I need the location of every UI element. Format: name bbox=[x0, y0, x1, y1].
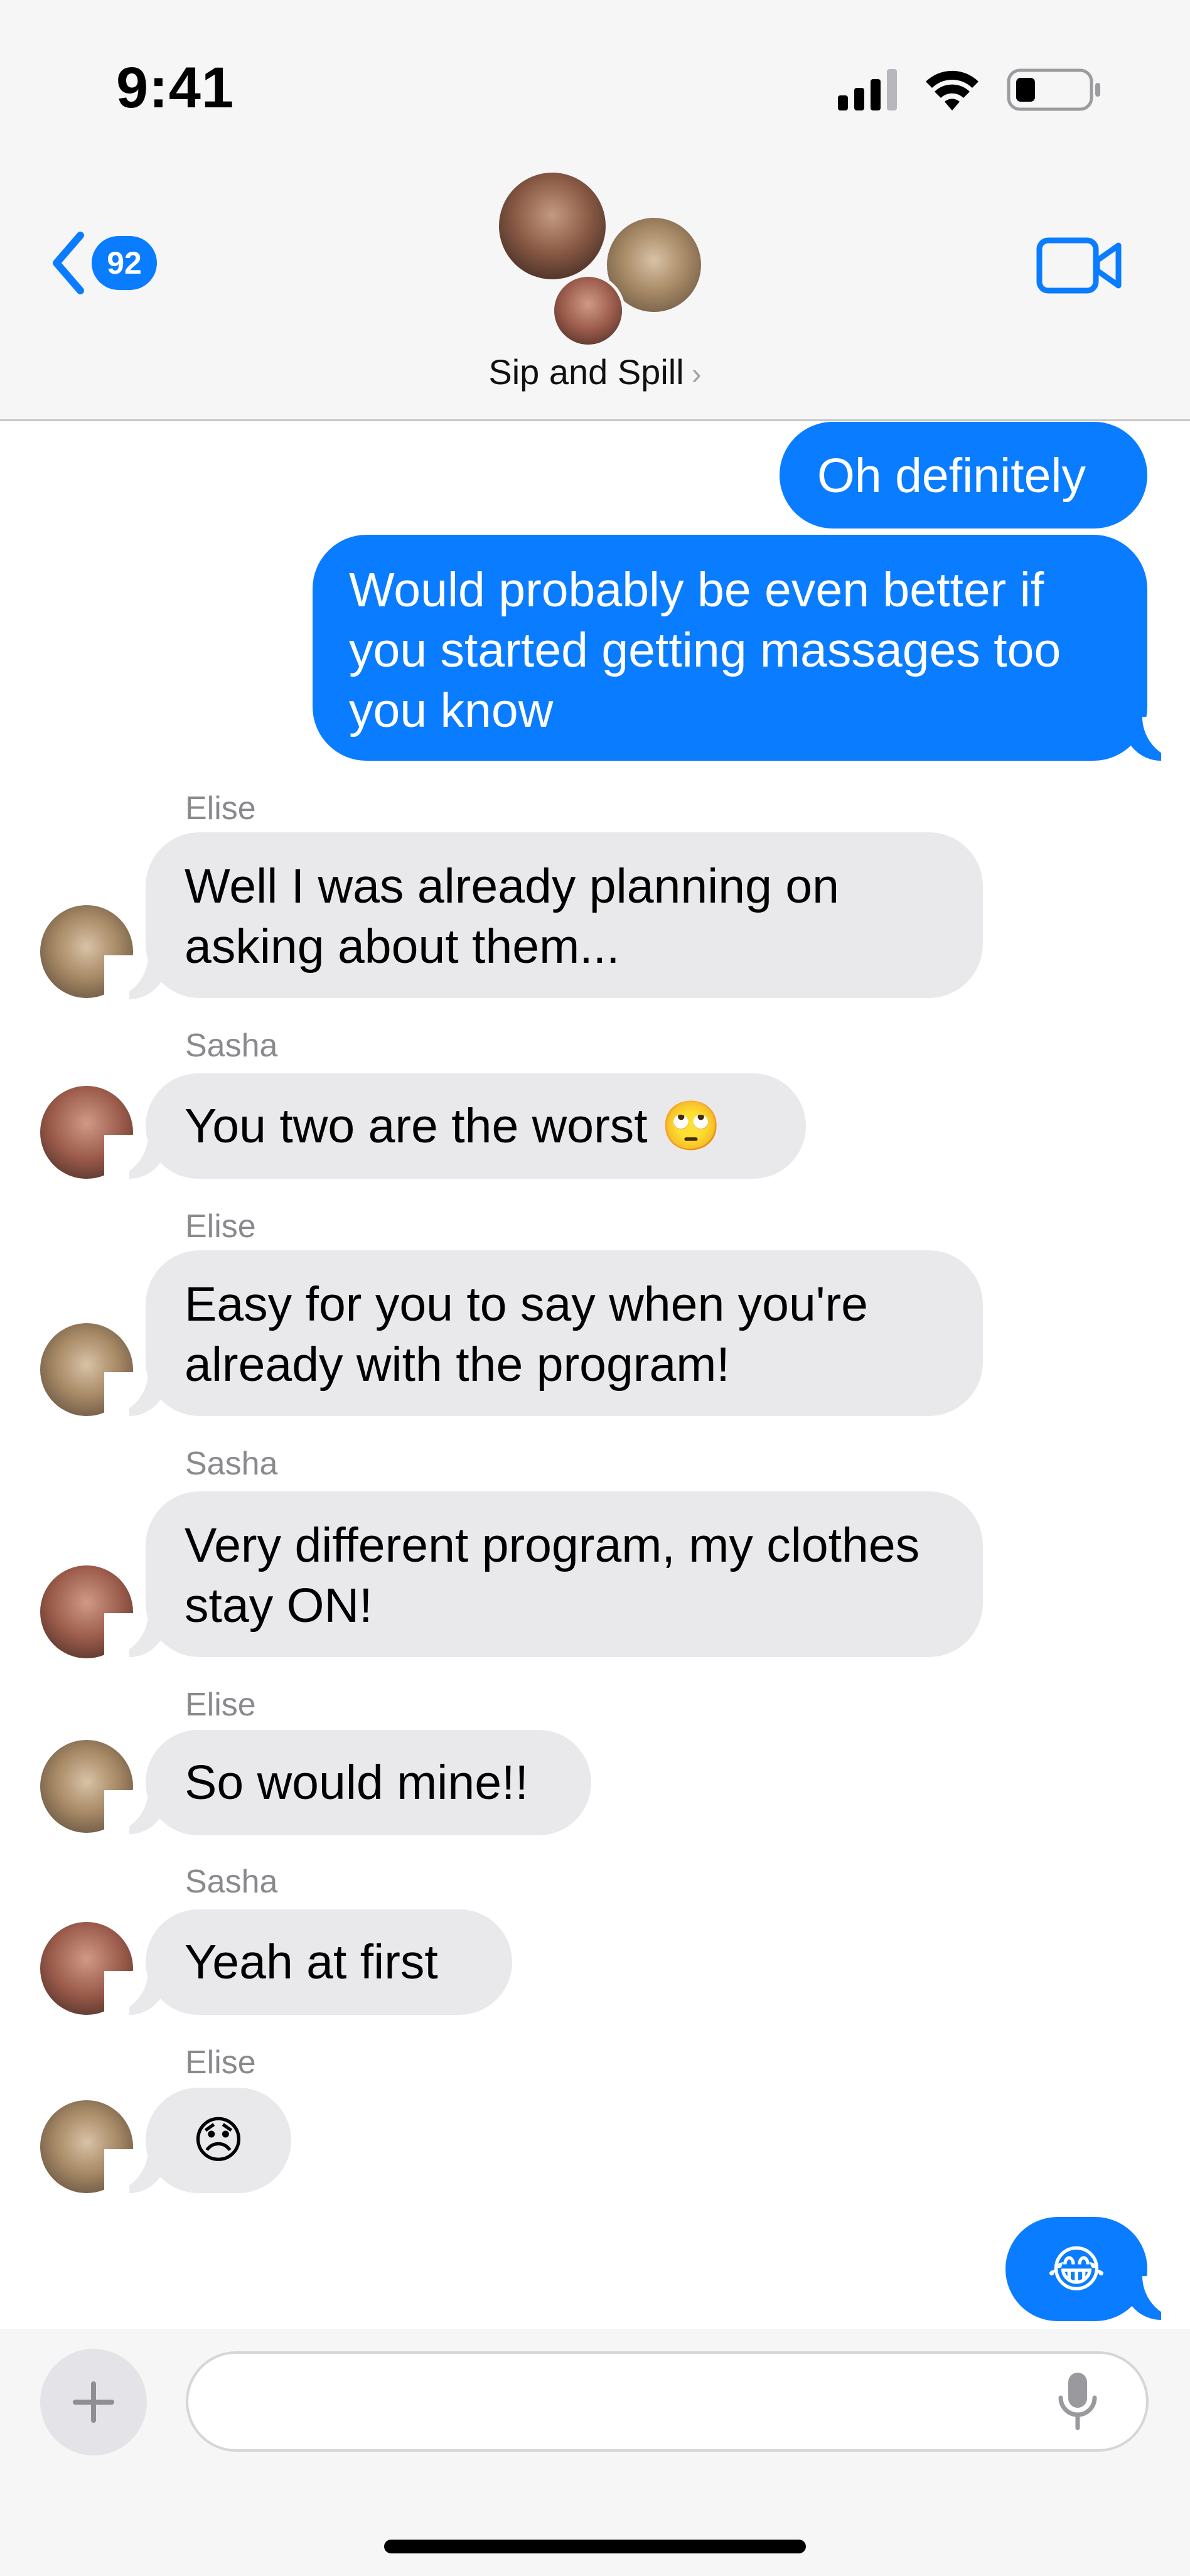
message-bubble-outgoing[interactable]: 😂 bbox=[1005, 2217, 1147, 2321]
sender-name: Sasha bbox=[185, 1446, 278, 1482]
sender-name: Elise bbox=[185, 2044, 256, 2081]
group-name[interactable]: Sip and Spill › bbox=[0, 352, 1190, 392]
message-bubble-outgoing[interactable]: Oh definitely bbox=[780, 422, 1147, 529]
sender-name: Sasha bbox=[185, 1864, 278, 1900]
status-icons bbox=[838, 68, 1100, 111]
microphone-button[interactable] bbox=[1056, 2370, 1100, 2433]
chevron-right-icon: › bbox=[691, 358, 702, 391]
back-button[interactable]: 92 bbox=[49, 228, 174, 298]
avatar bbox=[551, 274, 625, 348]
sender-name: Elise bbox=[185, 1208, 256, 1245]
sender-name: Elise bbox=[185, 790, 256, 827]
plus-icon bbox=[73, 2381, 114, 2423]
message-bubble-incoming[interactable]: You two are the worst 🙄 bbox=[146, 1073, 806, 1179]
video-call-button[interactable] bbox=[1036, 235, 1123, 295]
wifi-icon bbox=[926, 70, 978, 110]
battery-icon bbox=[1007, 68, 1100, 111]
group-avatars[interactable] bbox=[496, 169, 704, 348]
message-bubble-incoming[interactable]: So would mine!! bbox=[146, 1730, 591, 1835]
bubble-tail bbox=[1123, 717, 1186, 761]
home-indicator[interactable] bbox=[384, 2540, 806, 2553]
chevron-left-icon bbox=[53, 232, 84, 294]
sender-name: Elise bbox=[185, 1687, 256, 1723]
message-input[interactable] bbox=[186, 2351, 1149, 2452]
avatar bbox=[496, 169, 609, 282]
add-attachment-button[interactable] bbox=[40, 2349, 147, 2455]
cellular-signal-icon bbox=[838, 69, 897, 110]
status-time: 9:41 bbox=[116, 56, 235, 120]
message-bubble-incoming[interactable]: Yeah at first bbox=[146, 1909, 512, 2015]
message-bubble-incoming[interactable]: Easy for you to say when you're already … bbox=[146, 1250, 983, 1416]
microphone-icon bbox=[1058, 2373, 1097, 2430]
message-bubble-incoming[interactable]: Well I was already planning on asking ab… bbox=[146, 832, 983, 998]
bubble-tail bbox=[1123, 2276, 1186, 2320]
message-bubble-outgoing[interactable]: Would probably be even better if you sta… bbox=[313, 535, 1147, 761]
unread-badge: 92 bbox=[92, 236, 157, 290]
message-bubble-incoming[interactable]: Very different program, my clothes stay … bbox=[146, 1491, 983, 1657]
video-camera-icon bbox=[1036, 237, 1122, 294]
sender-name: Sasha bbox=[185, 1028, 278, 1064]
message-bubble-incoming[interactable]: 😞 bbox=[146, 2088, 291, 2193]
